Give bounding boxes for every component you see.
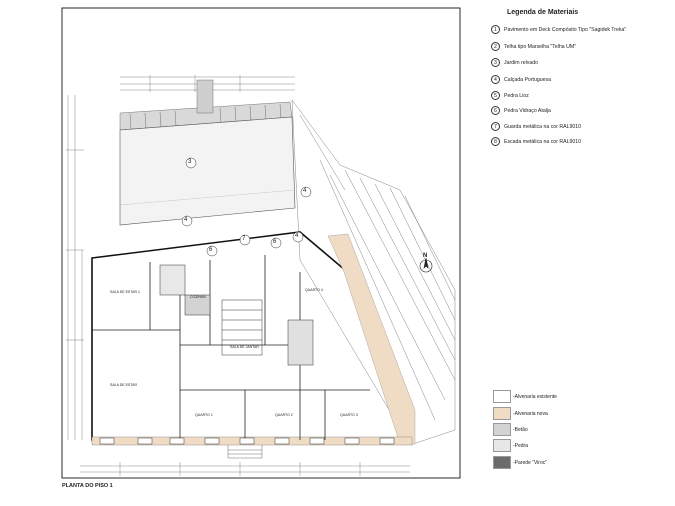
legend-number: 6 <box>491 106 500 115</box>
legend-number: 2 <box>491 42 500 51</box>
hatch-label: -Betão <box>513 426 528 433</box>
entrance-steps <box>227 445 263 459</box>
dimension-lines-left <box>66 95 84 440</box>
window-openings <box>99 437 395 445</box>
legend-item: 3 Jardim relvado <box>491 58 538 67</box>
hatch-swatch <box>493 423 511 436</box>
room-label: QUARTO 1 <box>195 413 213 417</box>
zone-marker-number: 4 <box>184 217 188 223</box>
legend-item: 5 Pedra Lioz <box>491 91 529 100</box>
room-label: SALA DE JANTAR <box>230 345 259 349</box>
room-label: QUARTO 3 <box>340 413 358 417</box>
legend-label: Pedra Vidraço Atalja <box>504 107 551 114</box>
hatch-legend-item: -Parede "Viroc" <box>493 456 547 469</box>
zone-marker-number: 3 <box>188 159 192 165</box>
hatch-label: -Alvenaria nova <box>513 410 548 417</box>
legend-item: 1 Pavimento em Deck Compósito Tipo "Sagi… <box>491 25 626 34</box>
zone-marker-number: 6 <box>209 247 213 253</box>
hatch-legend-item: -Alvenaria existente <box>493 390 557 403</box>
legend-label: Guarda metálica na cor RAL9010 <box>504 123 581 130</box>
hatch-label: -Alvenaria existente <box>513 393 557 400</box>
legend-title: Legenda de Materiais <box>507 9 579 16</box>
zone-marker-number: 6 <box>273 239 277 245</box>
plan-title: PLANTA DO PISO 1 <box>62 483 113 489</box>
hatch-label: -Pedra <box>513 442 529 449</box>
hatch-legend-item: -Alvenaria nova <box>493 407 548 420</box>
legend-number: 5 <box>491 91 500 100</box>
floor-plan-drawing <box>61 7 461 479</box>
legend-item: 4 Calçada Portuguesa <box>491 75 551 84</box>
legend-label: Pavimento em Deck Compósito Tipo "Sagide… <box>504 26 627 33</box>
hatch-swatch <box>493 456 511 469</box>
hatch-label: -Parede "Viroc" <box>513 459 548 466</box>
zone-marker-number: 4 <box>295 233 299 239</box>
legend-label: Pedra Lioz <box>504 92 529 99</box>
lawn-terrace <box>119 116 296 226</box>
hatch-swatch <box>493 439 511 452</box>
north-arrow-icon <box>419 257 433 273</box>
legend-item: 6 Pedra Vidraço Atalja <box>491 106 551 115</box>
legend-number: 7 <box>491 122 500 131</box>
legend-item: 8 Escada metálica na cor RAL9010 <box>491 137 581 146</box>
room-label: QUARTO 4 <box>305 288 323 292</box>
legend-number: 3 <box>491 58 500 67</box>
room-label: SALA DE ESTAR 1 <box>110 290 140 294</box>
room-label: COZINHA <box>190 295 206 299</box>
legend-label: Escada metálica na cor RAL9010 <box>504 138 581 145</box>
hatch-legend-item: -Betão <box>493 423 528 436</box>
hatch-swatch <box>493 390 511 403</box>
north-label: N <box>423 253 428 259</box>
legend-label: Telha tipo Marselha "Telha UM" <box>504 43 577 50</box>
stair-core <box>159 264 314 366</box>
dimension-lines-bottom <box>80 462 410 476</box>
legend-item: 7 Guarda metálica na cor RAL9010 <box>491 122 581 131</box>
legend-label: Jardim relvado <box>504 59 539 66</box>
legend-number: 8 <box>491 137 500 146</box>
exterior-walkway <box>291 99 456 446</box>
drawing-sheet: 3 4 4 4 6 7 6 SALA DE ESTAR 1 SALA DE ES… <box>0 0 675 506</box>
legend-number: 4 <box>491 75 500 84</box>
legend-number: 1 <box>491 25 500 34</box>
room-label: QUARTO 2 <box>275 413 293 417</box>
zone-marker-number: 7 <box>242 236 246 242</box>
building-walls <box>91 231 414 441</box>
hatch-legend-item: -Pedra <box>493 439 528 452</box>
room-label: SALA DE ESTAR <box>110 383 137 387</box>
zone-marker-number: 4 <box>303 188 307 194</box>
hatch-swatch <box>493 407 511 420</box>
legend-label: Calçada Portuguesa <box>504 76 552 83</box>
legend-item: 2 Telha tipo Marselha "Telha UM" <box>491 42 576 51</box>
